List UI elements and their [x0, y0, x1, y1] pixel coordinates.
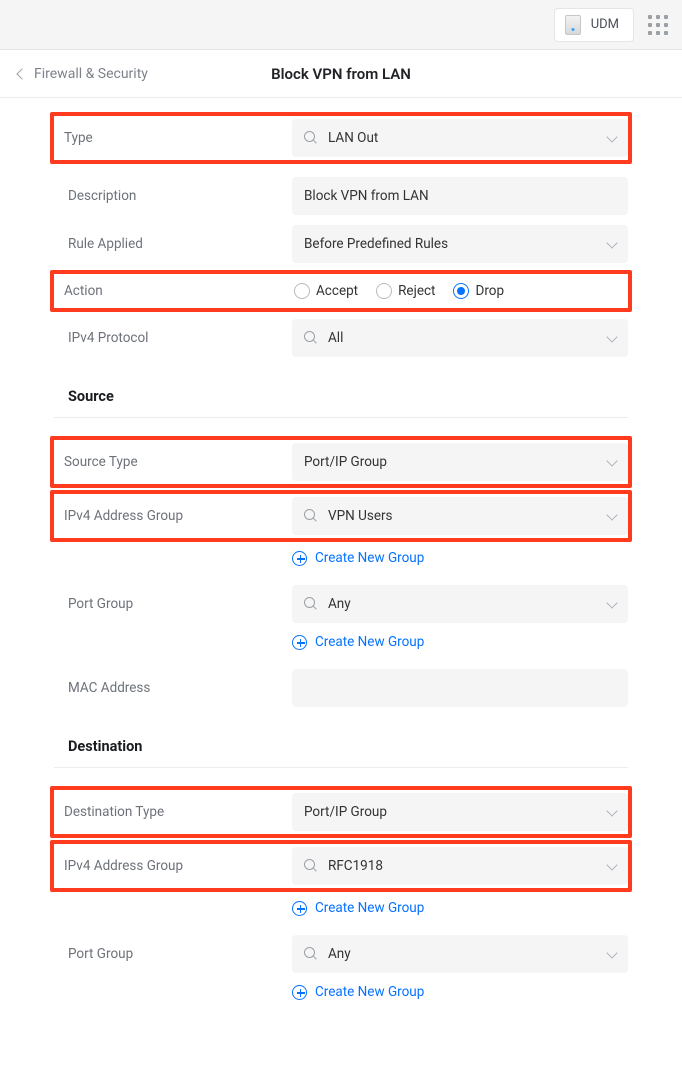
label-destination-ipv4-group: IPv4 Address Group — [54, 858, 292, 874]
device-icon — [565, 15, 581, 35]
form-content: Type LAN Out Description Block VPN from … — [0, 98, 682, 1054]
select-source-type[interactable]: Port/IP Group — [292, 443, 628, 481]
input-description[interactable]: Block VPN from LAN — [292, 177, 628, 215]
section-heading-source: Source — [54, 362, 628, 418]
link-create-group-source-port[interactable]: Create New Group — [292, 628, 628, 664]
radio-reject[interactable]: Reject — [376, 283, 435, 299]
device-label: UDM — [591, 17, 619, 32]
row-destination-ipv4-group: IPv4 Address Group RFC1918 — [50, 840, 632, 892]
select-destination-type-value: Port/IP Group — [304, 804, 387, 820]
select-destination-type[interactable]: Port/IP Group — [292, 793, 628, 831]
plus-circle-icon — [292, 635, 307, 650]
select-ipv4-protocol[interactable]: All — [292, 319, 628, 357]
radio-group-action: Accept Reject Drop — [292, 283, 628, 299]
select-ipv4-protocol-value: All — [328, 330, 343, 346]
label-action: Action — [54, 283, 292, 299]
chevron-down-icon — [606, 805, 617, 816]
row-type: Type LAN Out — [50, 112, 632, 164]
select-source-ipv4-group-value: VPN Users — [328, 508, 393, 524]
select-destination-ipv4-group[interactable]: RFC1918 — [292, 847, 628, 885]
row-description: Description Block VPN from LAN — [54, 172, 628, 220]
chevron-left-icon — [16, 68, 27, 79]
label-ipv4-protocol: IPv4 Protocol — [54, 330, 292, 346]
chevron-down-icon — [606, 597, 617, 608]
radio-reject-label: Reject — [398, 283, 435, 299]
chevron-down-icon — [606, 509, 617, 520]
select-rule-applied-value: Before Predefined Rules — [304, 236, 448, 252]
apps-grid-icon[interactable] — [648, 15, 668, 35]
radio-circle-icon — [376, 283, 392, 299]
radio-drop-label: Drop — [475, 283, 504, 299]
row-rule-applied: Rule Applied Before Predefined Rules — [54, 220, 628, 268]
input-description-value: Block VPN from LAN — [304, 188, 429, 204]
plus-circle-icon — [292, 901, 307, 916]
row-action: Action Accept Reject Drop — [50, 270, 632, 312]
select-destination-ipv4-group-value: RFC1918 — [328, 858, 383, 874]
radio-accept[interactable]: Accept — [294, 283, 358, 299]
row-ipv4-protocol: IPv4 Protocol All — [54, 314, 628, 362]
input-mac-address[interactable] — [292, 669, 628, 707]
search-icon — [304, 131, 318, 145]
label-type: Type — [54, 130, 292, 146]
link-create-group-dest-ipv4[interactable]: Create New Group — [292, 894, 628, 930]
label-mac-address: MAC Address — [54, 680, 292, 696]
plus-circle-icon — [292, 551, 307, 566]
search-icon — [304, 331, 318, 345]
row-destination-type: Destination Type Port/IP Group — [50, 786, 632, 838]
row-mac-address: MAC Address — [54, 664, 628, 712]
select-type[interactable]: LAN Out — [292, 119, 628, 157]
chevron-down-icon — [606, 131, 617, 142]
label-destination-port-group: Port Group — [54, 946, 292, 962]
radio-circle-icon — [453, 283, 469, 299]
link-create-group-label: Create New Group — [315, 550, 424, 566]
select-source-port-group[interactable]: Any — [292, 585, 628, 623]
radio-circle-icon — [294, 283, 310, 299]
chevron-down-icon — [606, 237, 617, 248]
link-create-group-label: Create New Group — [315, 984, 424, 1000]
link-create-group-dest-port[interactable]: Create New Group — [292, 978, 628, 1014]
select-source-port-group-value: Any — [328, 596, 351, 612]
page-title: Block VPN from LAN — [271, 65, 411, 83]
back-label: Firewall & Security — [34, 66, 148, 82]
topbar: UDM — [0, 0, 682, 50]
search-icon — [304, 597, 318, 611]
row-destination-port-group: Port Group Any — [54, 930, 628, 978]
radio-drop[interactable]: Drop — [453, 283, 504, 299]
search-icon — [304, 509, 318, 523]
section-heading-destination: Destination — [54, 712, 628, 768]
row-source-port-group: Port Group Any — [54, 580, 628, 628]
search-icon — [304, 859, 318, 873]
back-button[interactable]: Firewall & Security — [18, 66, 148, 82]
chevron-down-icon — [606, 947, 617, 958]
chevron-down-icon — [606, 331, 617, 342]
label-source-type: Source Type — [54, 454, 292, 470]
row-source-ipv4-group: IPv4 Address Group VPN Users — [50, 490, 632, 542]
radio-accept-label: Accept — [316, 283, 358, 299]
select-type-value: LAN Out — [328, 130, 378, 146]
label-description: Description — [54, 188, 292, 204]
label-source-port-group: Port Group — [54, 596, 292, 612]
chevron-down-icon — [606, 455, 617, 466]
link-create-group-label: Create New Group — [315, 634, 424, 650]
label-source-ipv4-group: IPv4 Address Group — [54, 508, 292, 524]
label-rule-applied: Rule Applied — [54, 236, 292, 252]
select-destination-port-group[interactable]: Any — [292, 935, 628, 973]
label-destination-type: Destination Type — [54, 804, 292, 820]
device-chip[interactable]: UDM — [554, 8, 634, 42]
row-source-type: Source Type Port/IP Group — [50, 436, 632, 488]
page-header: Firewall & Security Block VPN from LAN — [0, 50, 682, 98]
select-source-ipv4-group[interactable]: VPN Users — [292, 497, 628, 535]
link-create-group-label: Create New Group — [315, 900, 424, 916]
select-destination-port-group-value: Any — [328, 946, 351, 962]
search-icon — [304, 947, 318, 961]
plus-circle-icon — [292, 985, 307, 1000]
link-create-group-source-ipv4[interactable]: Create New Group — [292, 544, 628, 580]
select-source-type-value: Port/IP Group — [304, 454, 387, 470]
chevron-down-icon — [606, 859, 617, 870]
select-rule-applied[interactable]: Before Predefined Rules — [292, 225, 628, 263]
